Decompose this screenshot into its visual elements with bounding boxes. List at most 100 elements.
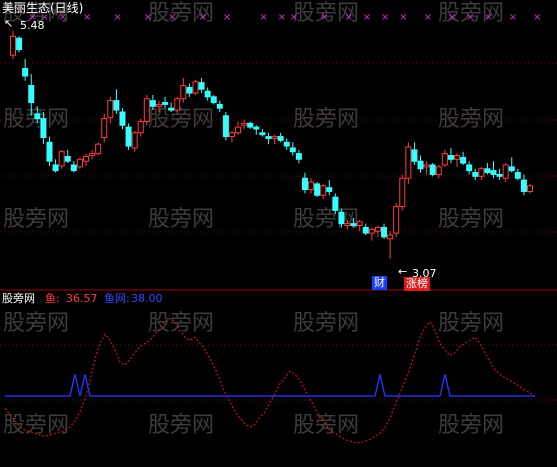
watermark: 股旁网 — [148, 413, 214, 438]
candle — [64, 149, 71, 164]
candle — [82, 153, 89, 166]
candle-body — [326, 187, 333, 192]
candle-body — [441, 153, 448, 166]
candle — [447, 147, 454, 164]
candle — [186, 83, 193, 97]
watermark: 股旁网 — [438, 107, 504, 132]
top-x-mark: × — [223, 12, 231, 23]
candle — [496, 168, 503, 181]
candle-body — [356, 221, 363, 227]
candle-body — [216, 103, 223, 109]
candle-body — [283, 141, 290, 147]
candle-body — [466, 164, 473, 172]
candle — [241, 119, 248, 130]
candle-body — [89, 153, 96, 157]
candle-body — [423, 164, 430, 168]
candle — [271, 134, 278, 145]
candle-body — [198, 82, 205, 90]
watermark: 股旁网 — [293, 413, 359, 438]
top-x-mark: × — [399, 12, 407, 23]
candle — [107, 96, 114, 124]
candle-body — [95, 143, 102, 155]
chart-title: 美丽生态(日线) — [2, 1, 84, 15]
top-x-mark: × — [381, 12, 389, 23]
candle-body — [332, 196, 339, 211]
top-x-mark: × — [259, 12, 267, 23]
candle — [466, 161, 473, 175]
candle-body — [168, 107, 175, 111]
candle — [16, 36, 23, 53]
candle-body — [34, 113, 41, 120]
candle — [314, 182, 321, 198]
candle-body — [472, 172, 479, 177]
candle — [192, 79, 199, 95]
candle-body — [368, 228, 375, 234]
top-x-mark: × — [199, 12, 207, 23]
candle — [101, 113, 108, 143]
candle-body — [399, 177, 406, 208]
candle-body — [295, 153, 302, 160]
candle — [514, 168, 521, 181]
candle-body — [435, 166, 442, 175]
high-arrow-icon: ↖ — [4, 17, 14, 30]
candle-body — [314, 183, 321, 196]
candle-body — [210, 96, 217, 104]
candle-body — [460, 156, 467, 164]
candle-body — [174, 98, 181, 111]
candle-body — [308, 181, 315, 191]
chart-canvas: 股旁网 股旁网 股旁网 股旁网股旁网 股旁网 股旁网股旁网 股旁网 股旁网 股旁网股旁网 股旁网股… — [0, 1, 557, 444]
candle — [137, 118, 144, 137]
candle-body — [125, 126, 132, 147]
candle — [76, 157, 83, 169]
candle — [52, 159, 59, 173]
watermark: 股旁网 — [438, 311, 504, 336]
series2-label: 鱼网: — [104, 292, 130, 305]
candle — [502, 163, 509, 183]
candle-body — [320, 185, 327, 196]
candle-body — [508, 166, 515, 172]
series2-value: 38.00 — [131, 292, 163, 305]
candle — [423, 161, 430, 175]
candle-body — [259, 132, 266, 136]
candle — [228, 130, 235, 143]
candle — [460, 151, 467, 165]
candle-body — [277, 136, 284, 141]
top-x-mark: × — [278, 12, 286, 23]
top-x-mark: × — [345, 12, 353, 23]
sub-panel-name: 股旁网 — [2, 292, 35, 305]
candle-body — [192, 81, 199, 94]
candle-body — [143, 98, 150, 122]
candle-body — [228, 132, 235, 138]
marker-zhangbang: 涨榜 — [404, 277, 430, 291]
candle-body — [344, 223, 351, 227]
top-x-mark: × — [448, 12, 456, 23]
candle-body — [447, 155, 454, 160]
candle — [490, 161, 497, 179]
candle-body — [22, 67, 29, 77]
candle — [95, 142, 102, 156]
candle-body — [10, 35, 16, 56]
top-x-mark: × — [83, 12, 91, 23]
candle — [478, 166, 485, 181]
candle-body — [350, 223, 357, 227]
candle-body — [149, 100, 156, 107]
candle — [70, 161, 77, 173]
watermark: 股旁网 — [3, 207, 69, 232]
candle — [89, 149, 96, 160]
candle-body — [393, 206, 400, 234]
candle-body — [70, 164, 77, 172]
watermark: 股旁网 — [293, 311, 359, 336]
top-x-mark: × — [509, 12, 517, 23]
candle — [508, 157, 515, 173]
candle-body — [107, 100, 114, 119]
candle-body — [58, 151, 65, 167]
candle-body — [429, 164, 436, 175]
series1-label: 鱼: — [45, 292, 60, 305]
candle-body — [46, 141, 53, 162]
candle-body — [247, 122, 254, 128]
candle-body — [405, 146, 412, 179]
candle — [22, 59, 29, 81]
candle — [143, 94, 150, 126]
candle-body — [113, 100, 120, 111]
candle — [320, 183, 327, 200]
